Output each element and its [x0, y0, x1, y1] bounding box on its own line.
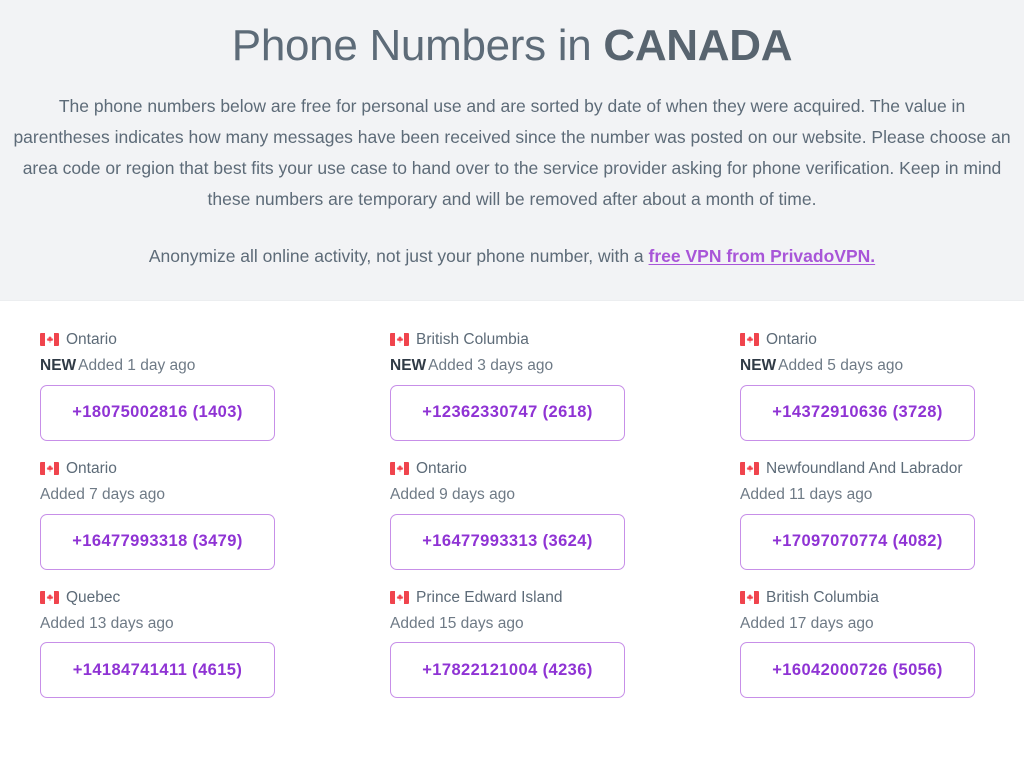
phone-number-card: Newfoundland And Labrador Added 11 days a… [740, 460, 1024, 570]
card-added-meta: NEW Added 1 day ago [40, 356, 370, 375]
canada-flag-icon [740, 462, 759, 476]
card-added-meta: NEW Added 5 days ago [740, 356, 1024, 375]
phone-number-button[interactable]: +12362330747 (2618) [390, 384, 625, 441]
card-region: Newfoundland And Labrador [740, 460, 1024, 479]
card-region: Quebec [40, 589, 370, 608]
added-label: Added 17 days ago [740, 615, 874, 633]
card-added-meta: NEW Added 3 days ago [390, 356, 720, 375]
page-title: Phone Numbers in CANADA [12, 18, 1012, 73]
canada-flag-icon [390, 462, 409, 476]
new-badge: NEW [740, 357, 777, 375]
page-title-prefix: Phone Numbers in [231, 21, 604, 70]
added-label: Added 11 days ago [740, 486, 873, 504]
card-region: Ontario [390, 460, 720, 479]
added-label: Added 7 days ago [40, 486, 165, 504]
region-label: Ontario [416, 459, 467, 477]
phone-number-button[interactable]: +16042000726 (5056) [740, 642, 975, 699]
added-label: Added 1 day ago [78, 357, 196, 375]
added-label: Added 3 days ago [428, 357, 554, 375]
phone-number-card: Prince Edward Island Added 15 days ago +17… [390, 589, 720, 699]
phone-number-card: Ontario Added 7 days ago +16477993318 (347… [40, 460, 370, 570]
intro-paragraph: The phone numbers below are free for per… [13, 96, 1011, 210]
added-label: Added 13 days ago [40, 615, 174, 633]
canada-flag-icon [390, 591, 409, 605]
promo-text: Anonymize all online activity, not just … [148, 245, 649, 266]
canada-flag-icon [40, 462, 59, 476]
region-label: British Columbia [766, 588, 879, 606]
card-region: British Columbia [390, 331, 720, 350]
phone-number-button[interactable]: +16477993318 (3479) [40, 513, 275, 570]
canada-flag-icon [40, 591, 59, 605]
phone-number-card: British Columbia Added 17 days ago +160420… [740, 589, 1024, 699]
phone-number-button[interactable]: +17822121004 (4236) [390, 642, 625, 699]
canada-flag-icon [740, 333, 759, 347]
card-added-meta: Added 7 days ago [40, 485, 370, 504]
canada-flag-icon [40, 333, 59, 347]
region-label: Ontario [66, 459, 117, 477]
phone-number-button[interactable]: +18075002816 (1403) [40, 384, 275, 441]
region-label: Newfoundland And Labrador [766, 459, 963, 477]
card-added-meta: Added 13 days ago [40, 614, 370, 633]
page-title-country: CANADA [603, 21, 793, 70]
card-region: British Columbia [740, 589, 1024, 608]
phone-number-card: Quebec Added 13 days ago +14184741411 (461… [40, 589, 370, 699]
region-label: Quebec [66, 588, 121, 606]
phone-number-button[interactable]: +17097070774 (4082) [740, 513, 975, 570]
region-label: Ontario [766, 330, 817, 348]
added-label: Added 15 days ago [390, 615, 524, 633]
phone-number-card: Ontario Added 9 days ago +16477993313 (362… [390, 460, 720, 570]
added-label: Added 9 days ago [390, 486, 515, 504]
card-region: Ontario [740, 331, 1024, 350]
card-region: Ontario [40, 331, 370, 350]
phone-number-button[interactable]: +16477993313 (3624) [390, 513, 625, 570]
promo-paragraph: Anonymize all online activity, not just … [12, 242, 1012, 270]
region-label: Prince Edward Island [416, 588, 563, 606]
added-label: Added 5 days ago [778, 357, 904, 375]
page-header-band: Phone Numbers in CANADA The phone number… [0, 0, 1024, 301]
new-badge: NEW [390, 357, 427, 375]
region-label: British Columbia [416, 330, 529, 348]
privadovpn-link[interactable]: free VPN from PrivadoVPN. [649, 246, 876, 266]
phone-number-card: Ontario NEW Added 5 days ago +14372910636 (… [740, 331, 1024, 441]
card-region: Prince Edward Island [390, 589, 720, 608]
canada-flag-icon [740, 591, 759, 605]
card-added-meta: Added 9 days ago [390, 485, 720, 504]
card-region: Ontario [40, 460, 370, 479]
card-added-meta: Added 17 days ago [740, 614, 1024, 633]
phone-number-button[interactable]: +14372910636 (3728) [740, 384, 975, 441]
phone-number-button[interactable]: +14184741411 (4615) [40, 642, 275, 699]
phone-numbers-grid: Ontario NEW Added 1 day ago +18075002816 (1… [0, 301, 1024, 699]
new-badge: NEW [40, 357, 77, 375]
card-added-meta: Added 15 days ago [390, 614, 720, 633]
canada-flag-icon [390, 333, 409, 347]
card-added-meta: Added 11 days ago [740, 485, 1024, 504]
phone-number-card: Ontario NEW Added 1 day ago +18075002816 (1… [40, 331, 370, 441]
phone-number-card: British Columbia NEW Added 3 days ago +1236… [390, 331, 720, 441]
region-label: Ontario [66, 330, 117, 348]
